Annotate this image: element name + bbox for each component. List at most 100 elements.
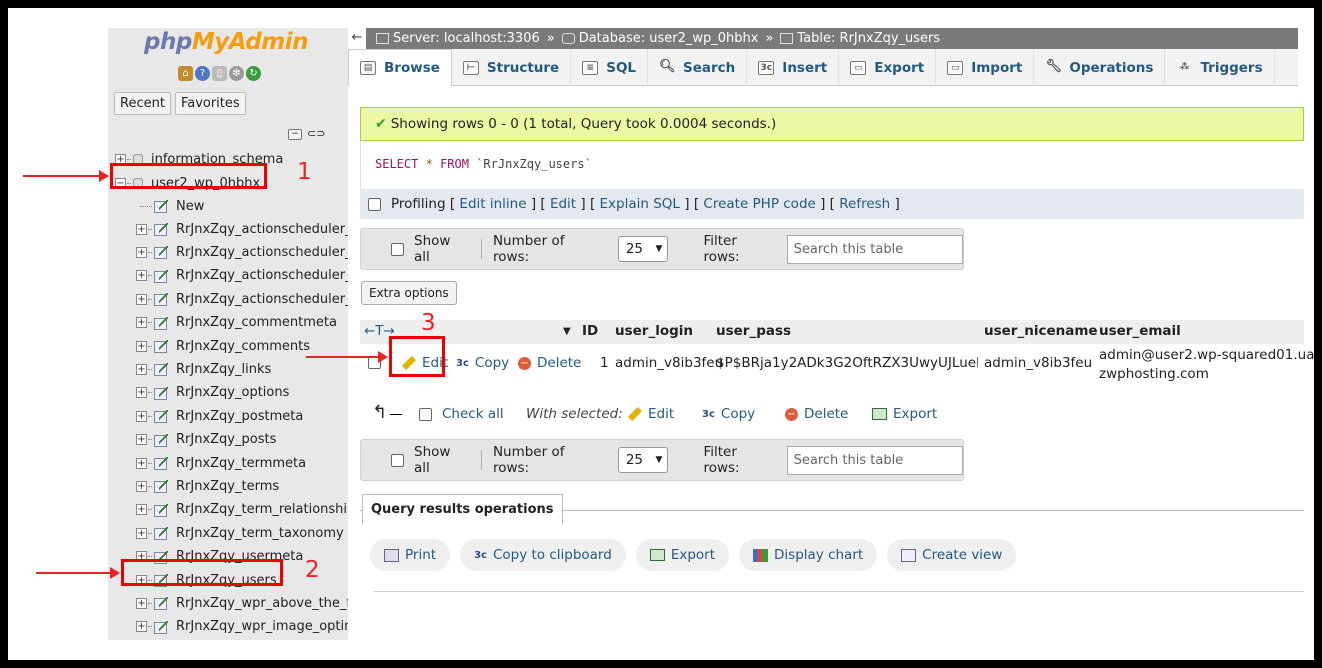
create-php-code-link[interactable]: Create PHP code	[703, 196, 815, 212]
breadcrumb-server[interactable]: Server: localhost:3306	[393, 31, 540, 46]
back-arrow-icon[interactable]: ←	[348, 28, 366, 49]
table-item-label[interactable]: RrJnxZqy_terms	[176, 479, 279, 494]
edit-inline-link[interactable]: Edit inline	[459, 196, 526, 212]
check-all-checkbox[interactable]	[419, 407, 432, 421]
table-item-label[interactable]: RrJnxZqy_wpr_above_the_fo	[176, 596, 348, 611]
expand-icon[interactable]: +	[136, 223, 147, 235]
table-item[interactable]: + RrJnxZqy_term_taxonomy	[136, 522, 344, 544]
edit-link[interactable]: Edit	[550, 196, 576, 212]
expand-icon[interactable]: +	[136, 270, 147, 282]
table-item[interactable]: + RrJnxZqy_commentmeta	[136, 312, 337, 334]
table-item-label[interactable]: RrJnxZqy_termmeta	[176, 456, 306, 471]
expand-icon[interactable]: +	[136, 410, 147, 422]
expand-icon[interactable]: +	[136, 317, 147, 329]
expand-icon[interactable]: +	[136, 340, 147, 352]
filter-rows-input[interactable]: Search this table	[786, 445, 963, 475]
table-item-label[interactable]: RrJnxZqy_commentmeta	[176, 315, 337, 330]
table-item[interactable]: + RrJnxZqy_term_relationships	[136, 499, 348, 521]
selected-export-button[interactable]: Export	[872, 406, 937, 422]
explain-sql-link[interactable]: Explain SQL	[600, 196, 680, 212]
expand-icon[interactable]: +	[136, 480, 147, 492]
expand-icon[interactable]: +	[136, 504, 147, 516]
column-user-email[interactable]: user_email	[1099, 323, 1181, 339]
breadcrumb-table[interactable]: Table: RrJnxZqy_users	[797, 31, 940, 46]
expand-icon[interactable]: +	[136, 434, 147, 446]
tab-export[interactable]: ▭ Export	[839, 49, 937, 86]
expand-icon[interactable]: +	[136, 387, 147, 399]
tab-import[interactable]: ▭ Import	[936, 49, 1035, 86]
table-item[interactable]: + RrJnxZqy_actionscheduler_cl	[136, 241, 348, 263]
cell-user-email[interactable]: admin@user2.wp-squared01.uat-zwphosting.…	[1099, 346, 1314, 384]
expand-icon[interactable]: +	[136, 246, 147, 258]
expand-icon[interactable]: +	[136, 597, 147, 609]
row-delete-button[interactable]: − Delete	[518, 355, 581, 371]
sql-query-display[interactable]: SELECT * FROM `RrJnxZqy_users`	[360, 141, 1304, 189]
table-item[interactable]: + RrJnxZqy_actionscheduler_g	[136, 265, 348, 287]
show-all-checkbox[interactable]	[391, 242, 404, 256]
refresh-link[interactable]: Refresh	[839, 196, 890, 212]
tab-sql[interactable]: ≡ SQL	[571, 49, 649, 86]
home-icon[interactable]: ⌂	[178, 66, 193, 81]
expand-icon[interactable]: +	[136, 293, 147, 305]
tab-search[interactable]: 🔍︎ Search	[648, 49, 748, 86]
column-id[interactable]: ID	[582, 323, 598, 339]
create-view-button[interactable]: Create view	[887, 539, 1017, 571]
table-item-label[interactable]: RrJnxZqy_term_relationships	[176, 502, 348, 517]
table-item[interactable]: + RrJnxZqy_links	[136, 358, 271, 380]
table-item-label[interactable]: RrJnxZqy_links	[176, 362, 271, 377]
extra-options-button[interactable]: Extra options	[361, 281, 457, 305]
print-button[interactable]: Print	[370, 539, 451, 571]
docs-icon[interactable]: ▯	[212, 66, 227, 81]
table-item-label[interactable]: RrJnxZqy_posts	[176, 432, 276, 447]
table-item[interactable]: + RrJnxZqy_wpr_above_the_fo	[136, 592, 348, 614]
table-item-label[interactable]: RrJnxZqy_options	[176, 385, 289, 400]
table-item-label[interactable]: RrJnxZqy_postmeta	[176, 409, 303, 424]
phpmyadmin-logo[interactable]: phpMyAdmin	[144, 29, 308, 55]
column-user-login[interactable]: user_login	[615, 323, 693, 339]
table-item[interactable]: + RrJnxZqy_terms	[136, 475, 279, 497]
expand-icon[interactable]: +	[136, 363, 147, 375]
selected-delete-button[interactable]: − Delete	[785, 406, 848, 422]
table-item-label[interactable]: RrJnxZqy_wpr_image_optimi:	[176, 619, 348, 634]
filter-rows-input[interactable]: Search this table	[786, 234, 963, 264]
check-all[interactable]: Check all	[419, 406, 504, 422]
table-item[interactable]: + RrJnxZqy_wpr_image_optimi:	[136, 616, 348, 638]
copy-to-clipboard-button[interactable]: 3c Copy to clipboard	[460, 539, 626, 571]
settings-icon[interactable]: ✻	[229, 66, 244, 81]
collapse-all-icon[interactable]: −	[288, 129, 302, 140]
profiling-checkbox[interactable]	[368, 197, 381, 211]
column-user-nicename[interactable]: user_nicename	[984, 323, 1098, 339]
cell-user-nicename[interactable]: admin_v8ib3feu	[984, 355, 1092, 371]
table-item[interactable]: + RrJnxZqy_posts	[136, 429, 276, 451]
tab-insert[interactable]: 3c Insert	[747, 49, 840, 86]
expand-icon[interactable]: +	[136, 621, 147, 633]
expand-icon[interactable]: +	[136, 457, 147, 469]
table-item[interactable]: + RrJnxZqy_options	[136, 382, 289, 404]
cell-user-pass[interactable]: $P$BRja1y2ADk3G2OftRZX3UwyUJLueNN/	[716, 355, 978, 371]
tab-triggers[interactable]: ⁂ Triggers	[1165, 49, 1275, 86]
info-icon[interactable]: ?	[195, 66, 210, 81]
table-item-label[interactable]: RrJnxZqy_comments	[176, 339, 310, 354]
table-item[interactable]: + RrJnxZqy_postmeta	[136, 405, 303, 427]
table-item[interactable]: + RrJnxZqy_comments	[136, 335, 310, 357]
table-item[interactable]: + RrJnxZqy_actionscheduler_lo	[136, 288, 348, 310]
table-item-label[interactable]: RrJnxZqy_actionscheduler_cl	[176, 245, 348, 260]
selected-copy-button[interactable]: 3c Copy	[702, 406, 755, 422]
reload-icon[interactable]: ↻	[246, 66, 261, 81]
table-item-label[interactable]: RrJnxZqy_term_taxonomy	[176, 526, 344, 541]
sort-icon[interactable]: ▼	[563, 326, 571, 337]
tab-operations[interactable]: 🔧︎ Operations	[1034, 49, 1166, 86]
favorites-tab[interactable]: Favorites	[174, 92, 246, 115]
table-item[interactable]: + RrJnxZqy_termmeta	[136, 452, 306, 474]
show-all-checkbox[interactable]	[391, 453, 404, 467]
tab-browse[interactable]: ▤ Browse	[348, 49, 452, 86]
rows-select[interactable]: 25 ▼	[617, 236, 669, 262]
selected-edit-button[interactable]: Edit	[627, 406, 674, 422]
new-table-item[interactable]: New	[140, 195, 204, 217]
table-item-label[interactable]: RrJnxZqy_actionscheduler_g	[176, 268, 348, 283]
cell-user-login[interactable]: admin_v8ib3feu	[615, 355, 723, 371]
link-with-main-icon[interactable]: ⊂⊃	[307, 128, 325, 140]
table-item[interactable]: + RrJnxZqy_actionscheduler_a	[136, 218, 348, 240]
column-user-pass[interactable]: user_pass	[716, 323, 791, 339]
tab-structure[interactable]: ⊢ Structure	[452, 49, 572, 86]
